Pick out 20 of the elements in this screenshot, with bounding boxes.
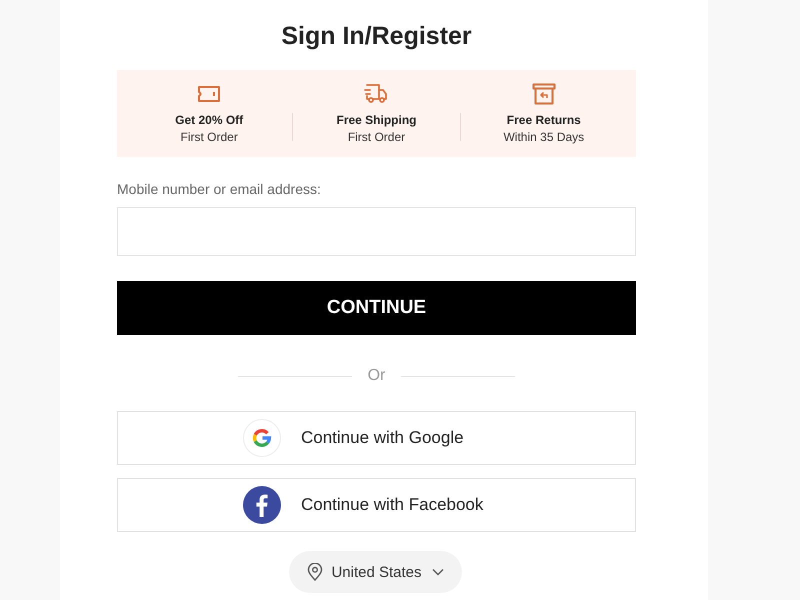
- perk-subtitle: First Order: [348, 128, 406, 144]
- location-pin-icon: [307, 563, 324, 581]
- facebook-logo-icon: [243, 486, 281, 524]
- field-label: Mobile number or email address:: [117, 181, 322, 198]
- perk-title: Free Shipping: [336, 112, 416, 128]
- perk-title: Get 20% Off: [175, 112, 244, 128]
- input-field[interactable]: [117, 207, 636, 256]
- perk-subtitle: First Order: [180, 128, 238, 144]
- separator-text: Or: [368, 367, 386, 385]
- region-selector[interactable]: United States: [289, 551, 462, 593]
- social-login-button[interactable]: Continue with Facebook: [117, 478, 636, 532]
- perk-subtitle: Within 35 Days: [503, 128, 584, 144]
- continue-button[interactable]: CONTINUE: [117, 281, 636, 335]
- page-title: Sign In/Register: [281, 21, 472, 52]
- perk-title: Free Returns: [506, 112, 581, 128]
- truck-icon: [364, 82, 388, 104]
- caret-icon: [432, 568, 444, 576]
- return-box-icon: [532, 82, 556, 104]
- social-login-button[interactable]: Continue with Google: [117, 411, 636, 465]
- google-logo-icon: [243, 419, 281, 457]
